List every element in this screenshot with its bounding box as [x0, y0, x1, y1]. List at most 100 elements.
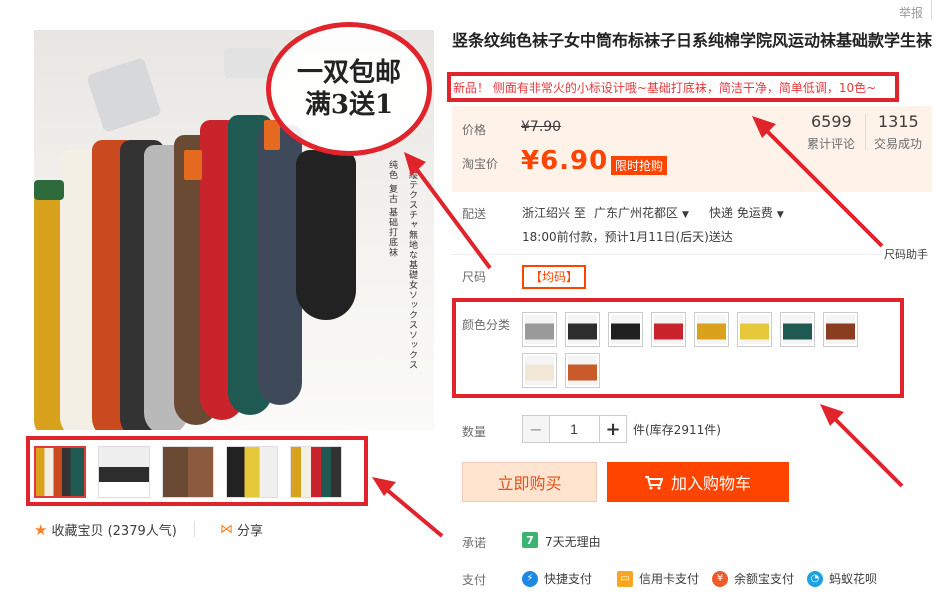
arrow-head: [372, 477, 396, 496]
divider: [194, 521, 195, 537]
color-label: 颜色分类: [462, 318, 511, 332]
payment-method[interactable]: ¥ 余额宝支付: [712, 570, 794, 587]
swatch-preview: [826, 315, 855, 344]
color-swatch[interactable]: [565, 353, 600, 388]
ship-to-dropdown[interactable]: 广东广州花都区 ▼: [594, 204, 689, 221]
divider: [452, 254, 882, 255]
sock: [296, 150, 356, 320]
payment-label: 支付: [462, 573, 487, 587]
price-label: 价格: [462, 123, 487, 137]
badge-line-2: 满3送1: [304, 90, 394, 120]
payment-method[interactable]: ◔ 蚂蚁花呗: [807, 570, 877, 587]
stock-text: 件(库存2911件): [633, 423, 721, 437]
color-swatch[interactable]: [608, 312, 643, 347]
report-divider: [931, 0, 943, 20]
caret-down-icon: ▼: [682, 210, 689, 220]
promo-tag: 限时抢购: [611, 156, 668, 175]
swatch-preview: [654, 315, 683, 344]
share-label: 分享: [237, 524, 264, 539]
payment-method-label: 余额宝支付: [734, 572, 795, 586]
swatch-preview: [740, 315, 769, 344]
swatch-preview: [525, 356, 554, 385]
ship-fee-value: 快递 免运费: [709, 206, 773, 220]
color-swatch[interactable]: [522, 312, 557, 347]
promise-text[interactable]: 7天无理由: [545, 533, 601, 550]
review-count[interactable]: 6599: [811, 112, 852, 131]
huabei-icon: ◔: [807, 570, 823, 587]
promo-badge: 一双包邮 满3送1: [266, 22, 432, 156]
ship-to-value: 广东广州花都区: [594, 206, 679, 220]
payment-method-label: 快捷支付: [544, 572, 593, 586]
size-helper-link[interactable]: 尺码助手: [884, 246, 928, 262]
sock-label-tag: [34, 180, 64, 200]
add-to-cart-label: 加入购物车: [670, 474, 751, 493]
color-swatch[interactable]: [823, 312, 858, 347]
swatch-preview: [568, 315, 597, 344]
report-link[interactable]: 举报: [899, 4, 923, 21]
thumbnail-strip: [34, 446, 342, 498]
size-option[interactable]: 【均码】: [522, 265, 587, 289]
thumbnail[interactable]: [98, 446, 150, 498]
size-label: 尺码: [462, 270, 487, 284]
swatch-preview: [568, 356, 597, 385]
share-button[interactable]: ⋈ 分享: [220, 520, 263, 539]
payment-method-label: 蚂蚁花呗: [829, 572, 878, 586]
image-caption: 纯色 复古 基础打底袜: [387, 160, 397, 258]
thumbnail[interactable]: [162, 446, 214, 498]
caret-down-icon: ▼: [776, 210, 784, 220]
payment-method-label: 信用卡支付: [639, 572, 700, 586]
sock-label-tag: [184, 150, 202, 180]
add-to-cart-button[interactable]: 加入购物车: [607, 462, 789, 502]
thumbnail[interactable]: [226, 446, 278, 498]
star-icon: ★: [34, 520, 48, 539]
arrow-head: [820, 404, 844, 426]
delivery-estimate: 18:00前付款，预计1月11日(后天)送达: [522, 230, 733, 244]
original-price: ¥7.90: [521, 119, 562, 135]
sock-label-tag: [264, 120, 280, 150]
color-swatch[interactable]: [651, 312, 686, 347]
color-swatch[interactable]: [522, 353, 557, 388]
credit-card-icon: ▭: [617, 570, 633, 587]
quantity-label: 数量: [462, 425, 487, 439]
favorite-button[interactable]: ★ 收藏宝贝 (2379人气): [34, 520, 177, 540]
payment-method[interactable]: ▭ 信用卡支付: [617, 570, 699, 587]
divider: [865, 114, 866, 150]
color-swatch[interactable]: [780, 312, 815, 347]
seven-day-icon: 7: [522, 532, 538, 548]
thumbnail[interactable]: [34, 446, 86, 498]
buy-now-button[interactable]: 立即购买: [462, 462, 597, 502]
share-icon: ⋈: [220, 522, 233, 537]
swatch-preview: [697, 315, 726, 344]
quantity-input[interactable]: 1: [549, 415, 599, 443]
color-swatch[interactable]: [737, 312, 772, 347]
swatch-preview: [783, 315, 812, 344]
color-swatches: [522, 312, 892, 388]
cart-icon: [644, 475, 664, 490]
arrow-line: [826, 410, 904, 488]
quantity-decrease-button[interactable]: −: [522, 415, 550, 443]
promo-price-label: 淘宝价: [462, 157, 499, 171]
shipping-label: 配送: [462, 207, 487, 221]
quantity-increase-button[interactable]: +: [599, 415, 627, 443]
arrow-line: [378, 482, 444, 538]
product-title: 竖条纹纯色袜子女中筒布标袜子日系纯棉学院风运动袜基础款学生袜: [452, 31, 933, 50]
favorite-label: 收藏宝贝 (2379人气): [51, 524, 177, 539]
quick-pay-icon: ⚡: [522, 570, 538, 587]
promise-label: 承诺: [462, 536, 487, 550]
color-swatch[interactable]: [565, 312, 600, 347]
current-price: ¥6.90: [521, 146, 609, 176]
ship-from: 浙江绍兴 至: [522, 206, 586, 220]
decor-object: [224, 48, 274, 78]
swatch-preview: [525, 315, 554, 344]
image-caption-jp: 縦テクスチャ無地な基礎女ソックスソックス: [407, 170, 417, 370]
sales-label: 交易成功: [874, 137, 923, 151]
sales-count: 1315: [878, 112, 919, 131]
color-swatch[interactable]: [694, 312, 729, 347]
thumbnail[interactable]: [290, 446, 342, 498]
yuebao-icon: ¥: [712, 570, 728, 587]
badge-line-1: 一双包邮: [296, 58, 401, 88]
swatch-preview: [611, 315, 640, 344]
review-label: 累计评论: [807, 137, 856, 151]
payment-method[interactable]: ⚡ 快捷支付: [522, 570, 592, 587]
ship-fee-dropdown[interactable]: 快递 免运费 ▼: [709, 204, 784, 221]
